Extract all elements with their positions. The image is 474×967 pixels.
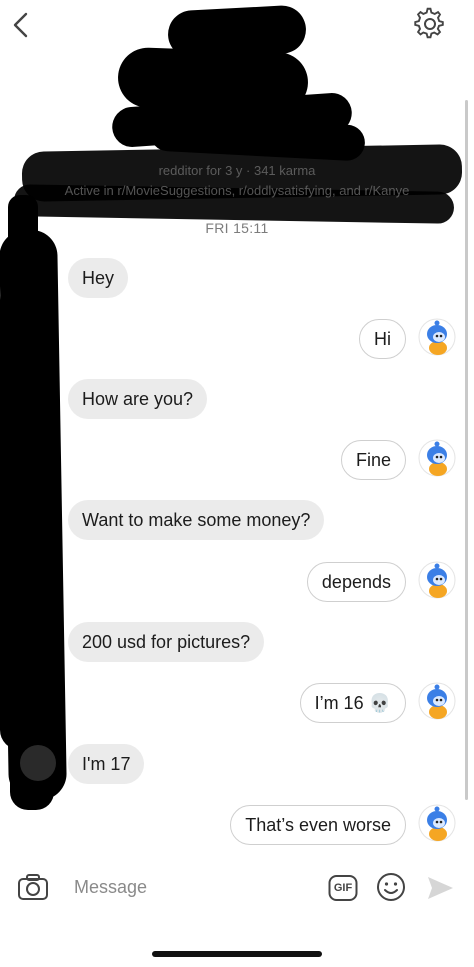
sender-avatar[interactable] bbox=[20, 745, 56, 781]
snoo-avatar-icon bbox=[418, 561, 456, 599]
gear-icon bbox=[414, 7, 444, 39]
profile-active-communities: Active in r/MovieSuggestions, r/oddlysat… bbox=[64, 183, 410, 198]
user-avatar[interactable] bbox=[418, 682, 456, 720]
smiley-icon bbox=[377, 873, 405, 901]
camera-button[interactable] bbox=[16, 870, 50, 904]
snoo-avatar-icon bbox=[418, 804, 456, 842]
redaction-mark bbox=[0, 280, 40, 750]
message-input[interactable] bbox=[66, 868, 332, 906]
send-button[interactable] bbox=[424, 872, 456, 904]
message-bubble-outgoing: I’m 16 💀 bbox=[299, 683, 406, 723]
user-avatar[interactable] bbox=[418, 318, 456, 356]
snoo-avatar-icon bbox=[418, 682, 456, 720]
send-icon bbox=[428, 877, 453, 899]
message-bubble-incoming: I'm 17 bbox=[68, 744, 145, 784]
camera-icon bbox=[18, 874, 48, 900]
message-bubble-incoming: How are you? bbox=[68, 379, 208, 419]
message-bubble-incoming: 200 usd for pictures? bbox=[68, 622, 265, 662]
user-avatar[interactable] bbox=[418, 804, 456, 842]
message-bubble-outgoing: Hi bbox=[359, 319, 406, 359]
gif-button[interactable]: GIF bbox=[328, 874, 358, 902]
message-timestamp: FRI 15:11 bbox=[205, 220, 269, 236]
profile-karma: redditor for 3 y · 341 karma bbox=[158, 163, 316, 178]
back-button[interactable] bbox=[6, 6, 36, 42]
snoo-avatar-icon bbox=[418, 318, 456, 356]
settings-button[interactable] bbox=[412, 6, 448, 42]
gif-label: GIF bbox=[333, 882, 353, 894]
user-avatar[interactable] bbox=[418, 561, 456, 599]
chevron-left-icon bbox=[13, 12, 28, 38]
message-bubble-incoming: Hey bbox=[68, 258, 129, 298]
message-bubble-incoming: Want to make some money? bbox=[68, 500, 325, 540]
message-bubble-outgoing: Fine bbox=[340, 440, 406, 480]
home-indicator bbox=[152, 951, 322, 957]
message-bubble-outgoing: depends bbox=[306, 562, 406, 602]
emoji-button[interactable] bbox=[374, 870, 408, 904]
scrollbar[interactable] bbox=[465, 100, 468, 800]
snoo-avatar-icon bbox=[418, 439, 456, 477]
message-bubble-outgoing: That’s even worse bbox=[230, 805, 406, 845]
user-avatar[interactable] bbox=[418, 439, 456, 477]
